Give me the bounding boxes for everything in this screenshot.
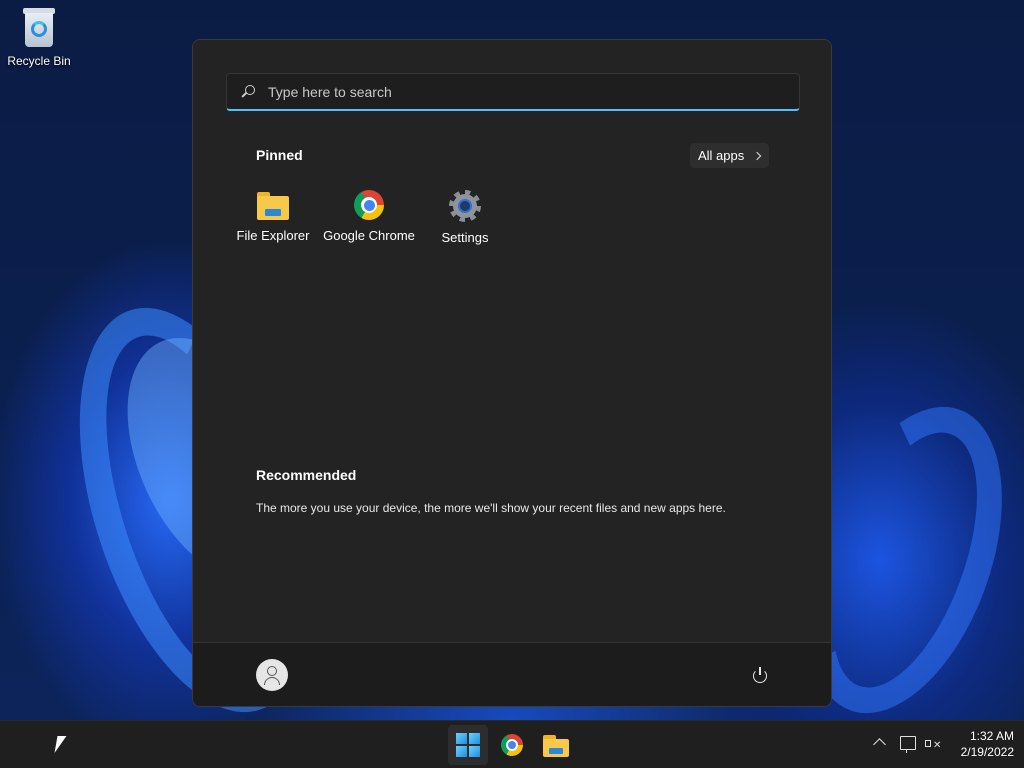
recommended-heading: Recommended: [256, 467, 357, 483]
pinned-app-label: File Explorer: [236, 228, 310, 243]
start-menu-footer: [193, 642, 831, 706]
all-apps-label: All apps: [698, 148, 745, 163]
taskbar-start-button[interactable]: [448, 725, 488, 765]
recycle-bin-icon: [21, 6, 57, 50]
all-apps-button[interactable]: All apps: [690, 143, 769, 168]
taskbar-file-explorer-button[interactable]: [536, 725, 576, 765]
user-account-button[interactable]: [256, 659, 300, 691]
settings-gear-icon: [449, 190, 481, 222]
chrome-icon: [501, 734, 523, 756]
clock-time: 1:32 AM: [969, 729, 1014, 743]
start-menu: Type here to search Pinned All apps File…: [192, 39, 832, 707]
desktop-icon-recycle-bin[interactable]: Recycle Bin: [4, 6, 74, 78]
recommended-empty-text: The more you use your device, the more w…: [256, 501, 726, 515]
user-avatar-icon: [256, 659, 288, 691]
search-placeholder: Type here to search: [268, 83, 392, 100]
file-explorer-icon: [257, 192, 289, 220]
search-icon: [241, 84, 255, 99]
taskbar-chrome-button[interactable]: [492, 725, 532, 765]
pinned-app-settings[interactable]: Settings: [417, 190, 513, 250]
desktop-icon-label: Recycle Bin: [7, 54, 71, 68]
pinned-app-file-explorer[interactable]: File Explorer: [225, 190, 321, 250]
file-explorer-icon: [543, 735, 569, 757]
power-button[interactable]: [752, 667, 768, 683]
volume-muted-icon[interactable]: ✕: [925, 737, 943, 751]
taskbar: [0, 720, 1024, 768]
chevron-right-icon: [753, 151, 762, 160]
pinned-heading: Pinned: [256, 147, 303, 163]
network-icon[interactable]: [900, 736, 916, 753]
pinned-app-label: Google Chrome: [323, 228, 415, 243]
windows-start-icon: [456, 733, 480, 757]
pinned-app-label: Settings: [441, 230, 489, 245]
system-clock[interactable]: 1:32 AM 2/19/2022: [950, 728, 1014, 760]
chrome-icon: [354, 190, 384, 220]
search-box[interactable]: Type here to search: [226, 73, 800, 111]
clock-date: 2/19/2022: [960, 745, 1014, 759]
pinned-app-google-chrome[interactable]: Google Chrome: [321, 190, 417, 250]
